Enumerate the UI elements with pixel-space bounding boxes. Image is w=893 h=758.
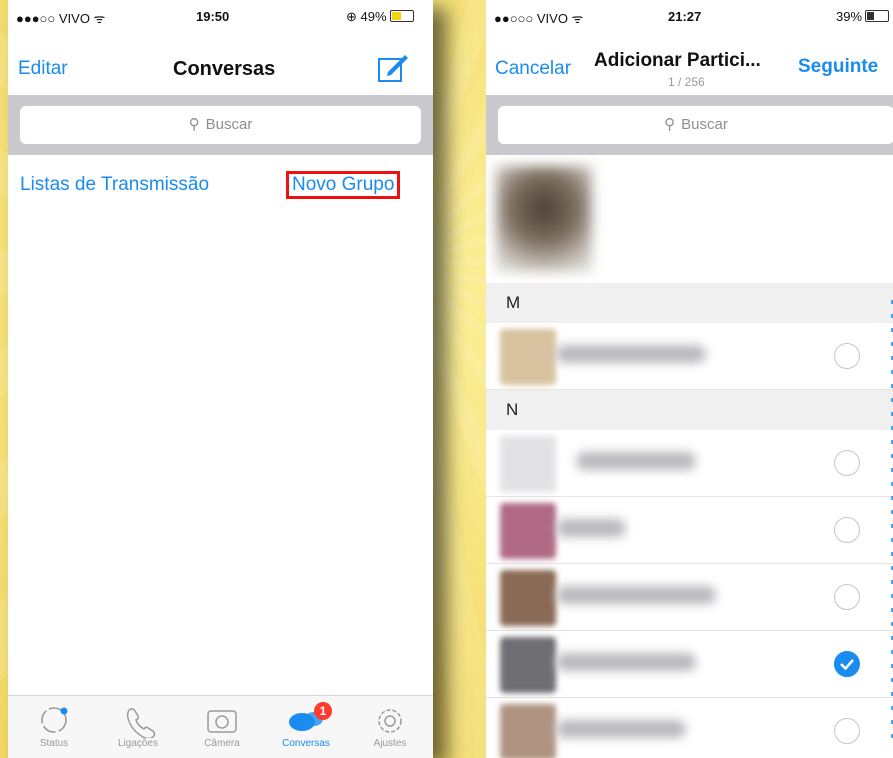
avatar	[500, 503, 556, 559]
tab-chats[interactable]: 1 Conversas	[264, 702, 348, 749]
battery-icon	[865, 10, 890, 22]
tab-label: Ajustes	[373, 738, 407, 749]
new-group-link[interactable]: Novo Grupo	[286, 171, 401, 199]
contact-row[interactable]	[486, 430, 893, 497]
select-checkbox[interactable]	[834, 450, 860, 476]
tab-bar: Status Ligações Câmera 1 Conversas Ajust…	[8, 695, 433, 758]
search-icon: ⚲	[664, 116, 676, 133]
cancel-button[interactable]: Cancelar	[495, 58, 571, 80]
avatar	[500, 329, 556, 385]
carrier-signal: ●●●○○ VIVO ᯤ	[16, 11, 106, 26]
avatar	[500, 436, 556, 492]
select-checkbox[interactable]	[834, 343, 860, 369]
battery-indicator: 39%	[836, 9, 890, 24]
gear-icon	[378, 709, 402, 733]
clock: 19:50	[196, 9, 230, 24]
search-input[interactable]: ⚲ Buscar	[498, 106, 893, 144]
avatar	[500, 704, 556, 758]
contact-row[interactable]	[486, 698, 893, 758]
contact-row[interactable]	[486, 631, 893, 698]
page-title: Conversas	[173, 58, 276, 80]
phone-icon	[126, 707, 156, 738]
add-participants-screen: ●●○○○ VIVO ᯤ 21:27 39% Cancelar Adiciona…	[486, 0, 893, 758]
select-checkbox[interactable]	[834, 584, 860, 610]
clock: 21:27	[668, 9, 702, 24]
contact-name-blurred	[556, 720, 686, 738]
nav-bar: Cancelar Adicionar Partici... 1 / 256 Se…	[486, 32, 893, 94]
status-bar: ●●●○○ VIVO ᯤ 19:50 ⊕ 49%	[8, 0, 433, 32]
tab-label: Status	[39, 738, 69, 749]
search-bar: ⚲ Buscar	[486, 95, 893, 155]
avatar	[500, 637, 556, 693]
page-title: Adicionar Partici...	[594, 50, 761, 71]
battery-indicator: ⊕ 49%	[346, 9, 414, 25]
camera-icon	[207, 710, 237, 733]
next-button[interactable]: Seguinte	[798, 56, 878, 78]
avatar	[500, 570, 556, 626]
select-checkbox[interactable]	[834, 517, 860, 543]
contact-name-blurred	[556, 586, 716, 604]
participant-counter: 1 / 256	[668, 75, 705, 89]
edit-button[interactable]: Editar	[18, 58, 68, 80]
section-header-m: M	[486, 283, 893, 323]
contact-name-blurred	[556, 653, 696, 671]
contact-row[interactable]	[486, 497, 893, 564]
unread-badge: 1	[314, 702, 332, 720]
status-icon	[41, 707, 68, 733]
conversations-screen: ●●●○○ VIVO ᯤ 19:50 ⊕ 49% Editar Conversa…	[8, 0, 433, 758]
status-bar: ●●○○○ VIVO ᯤ 21:27 39%	[486, 0, 893, 32]
contact-name-blurred	[576, 452, 696, 470]
broadcast-lists-link[interactable]: Listas de Transmissão	[20, 174, 209, 196]
tab-label: Câmera	[204, 738, 240, 749]
contact-name-blurred	[556, 345, 706, 363]
avatar	[496, 166, 592, 272]
search-icon: ⚲	[188, 116, 200, 133]
contact-row[interactable]	[486, 323, 893, 390]
compose-icon[interactable]	[376, 52, 410, 84]
search-input[interactable]: ⚲ Buscar	[20, 106, 421, 144]
tab-label: Ligações	[117, 738, 159, 749]
tab-settings[interactable]: Ajustes	[348, 702, 432, 749]
checkmark-icon	[840, 659, 854, 671]
contact-name-blurred	[556, 519, 626, 537]
tab-label: Conversas	[282, 738, 330, 749]
battery-icon	[389, 10, 414, 22]
select-checkbox[interactable]	[834, 718, 860, 744]
section-header-n: N	[486, 390, 893, 430]
select-checkbox-checked[interactable]	[834, 651, 860, 677]
nav-bar: Editar Conversas	[8, 32, 433, 94]
search-bar: ⚲ Buscar	[8, 95, 433, 155]
tab-camera[interactable]: Câmera	[180, 702, 264, 749]
contact-row[interactable]	[486, 564, 893, 631]
tab-calls[interactable]: Ligações	[96, 702, 180, 749]
tab-status[interactable]: Status	[12, 702, 96, 749]
carrier-signal: ●●○○○ VIVO ᯤ	[494, 11, 584, 26]
chats-icon	[289, 712, 323, 731]
